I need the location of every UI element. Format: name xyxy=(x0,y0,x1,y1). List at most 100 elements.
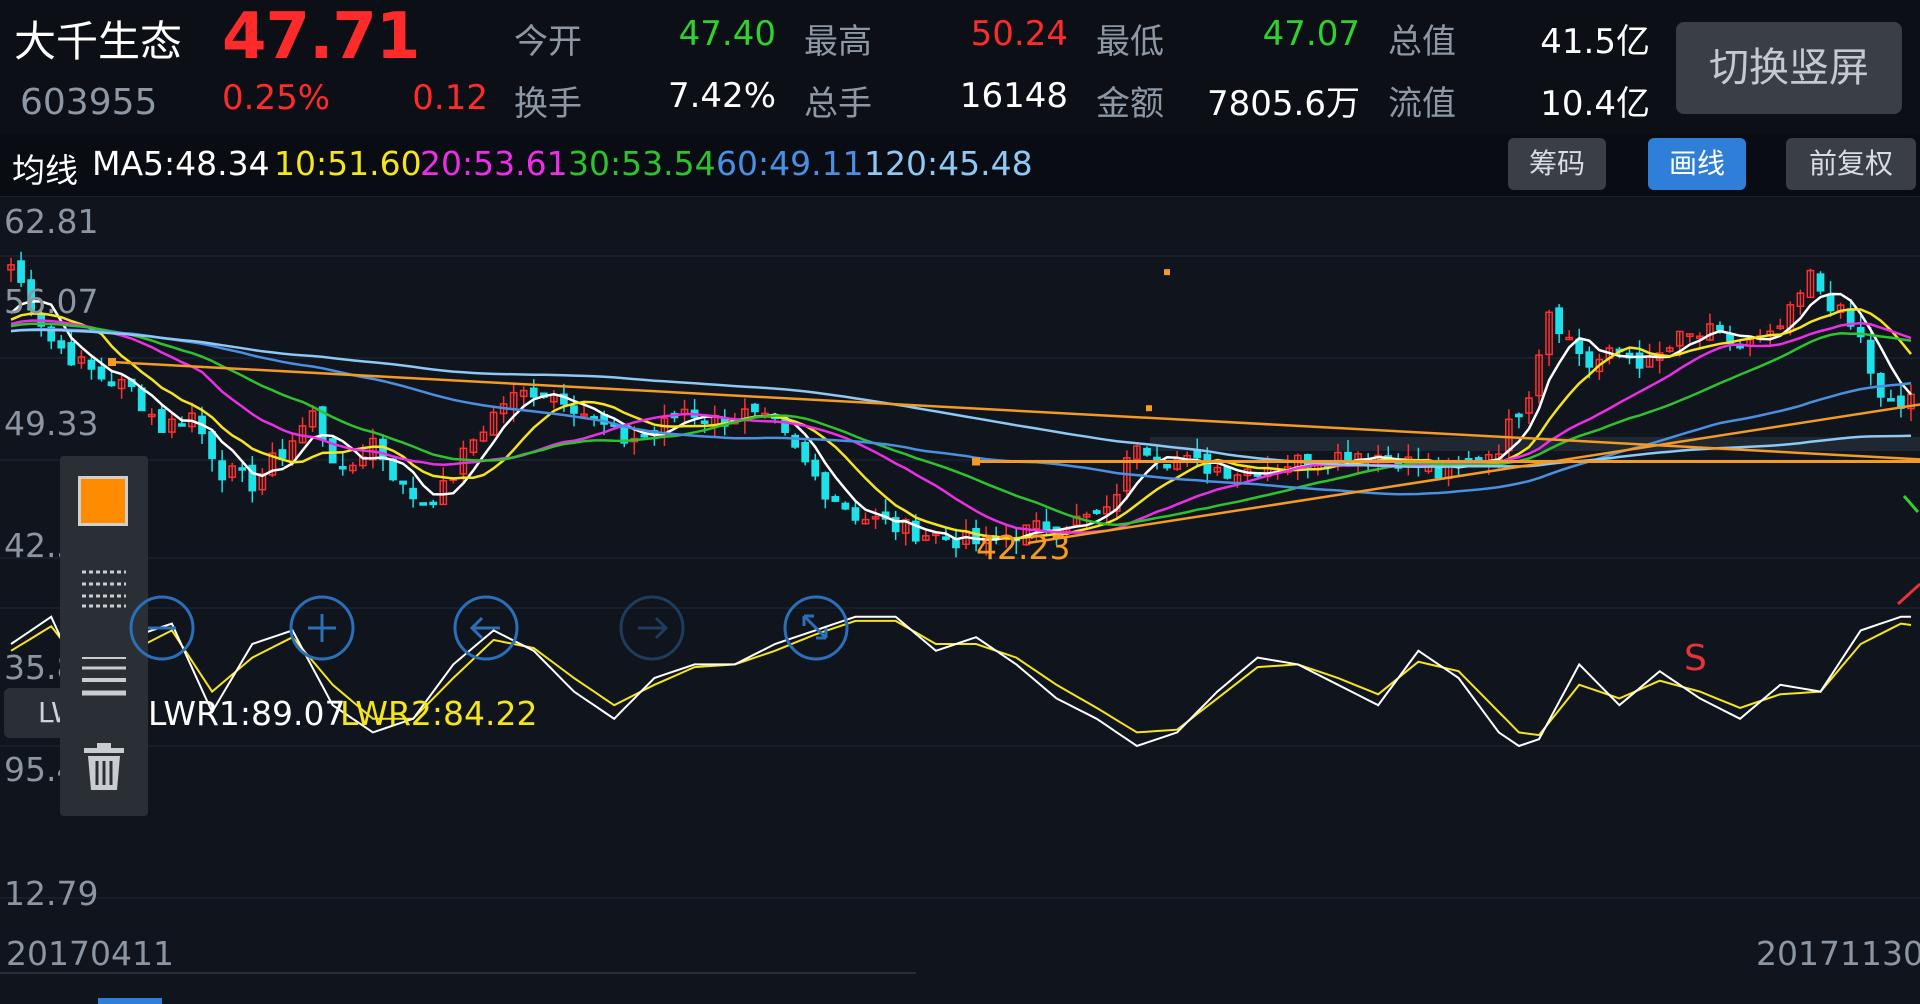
price-axis-label-3: 49.33 xyxy=(4,404,99,443)
candle-body xyxy=(851,507,860,521)
stat-label-high: 最高 xyxy=(804,22,872,62)
candle-body xyxy=(1635,352,1644,369)
stock-name: 大千生态 xyxy=(14,17,183,66)
stat-value-amount: 7805.6万 xyxy=(1207,84,1360,124)
line-anchor xyxy=(972,457,980,466)
candle-body xyxy=(208,431,216,460)
price-axis-label-1: 62.81 xyxy=(4,202,99,241)
candle-body xyxy=(1193,450,1202,459)
start-date-label: 20170411 xyxy=(6,934,174,973)
candle-body xyxy=(338,466,347,470)
drawn-level-label: 42.23 xyxy=(976,528,1071,567)
candle-body xyxy=(278,449,287,459)
candle-body xyxy=(831,496,840,502)
stat-label-amount: 金额 xyxy=(1096,84,1164,124)
candle-body xyxy=(640,433,649,438)
stat-value-float-cap: 10.4亿 xyxy=(1540,84,1650,124)
candle-body xyxy=(1555,307,1563,335)
candle-body xyxy=(1223,466,1232,479)
candle-body xyxy=(1585,351,1594,368)
chart-grid xyxy=(0,196,1920,899)
zoom-out-icon[interactable] xyxy=(128,594,196,662)
candle-body xyxy=(1434,466,1443,479)
trash-icon[interactable] xyxy=(82,742,126,792)
candle-body xyxy=(751,403,759,413)
current-price: 47.71 xyxy=(222,0,420,74)
switch-portrait-button[interactable]: 切换竖屏 xyxy=(1676,22,1902,114)
draw-line-button[interactable]: 画线 xyxy=(1648,138,1746,190)
color-picker-swatch[interactable] xyxy=(78,476,128,526)
candle-body xyxy=(529,387,538,398)
zoom-in-icon[interactable] xyxy=(288,594,356,662)
ma5-value: MA5:48.34 xyxy=(92,144,270,183)
stat-label-float-cap: 流值 xyxy=(1388,84,1456,124)
adjust-price-button[interactable]: 前复权 xyxy=(1786,138,1916,190)
support-trendline xyxy=(1027,403,1920,545)
candle-body xyxy=(107,381,116,387)
candle-body xyxy=(409,487,417,500)
candle-body xyxy=(389,458,397,481)
ma60-value: 60:49.11 xyxy=(716,144,864,183)
stat-value-turnover: 7.42% xyxy=(667,76,776,116)
arrow-left-icon[interactable] xyxy=(452,594,520,662)
stat-label-low: 最低 xyxy=(1096,22,1164,62)
arrow-right-icon[interactable] xyxy=(618,594,686,662)
candle-body xyxy=(429,501,438,506)
candle-body xyxy=(942,536,950,540)
candle-body xyxy=(1143,447,1151,456)
change-amount: 0.12 xyxy=(412,78,488,118)
candle-body xyxy=(841,502,850,510)
price-axis-label-2: 56.07 xyxy=(4,282,99,321)
chips-button[interactable]: 筹码 xyxy=(1508,138,1606,190)
candle-body xyxy=(821,472,830,500)
candle-body xyxy=(801,442,810,463)
stat-value-volume: 16148 xyxy=(959,76,1068,116)
ma30-value: 30:53.54 xyxy=(568,144,716,183)
candle-body xyxy=(700,420,709,424)
stat-label-turnover: 换手 xyxy=(514,84,582,124)
lwr2-value: LWR2:84.22 xyxy=(340,694,538,733)
candle-body xyxy=(1826,293,1835,312)
sell-signal-label: S xyxy=(1684,638,1707,679)
stock-code: 603955 xyxy=(20,82,158,123)
candle-body xyxy=(157,409,166,433)
candle-body xyxy=(399,480,407,485)
candle-body xyxy=(178,423,186,427)
scroll-thumb[interactable] xyxy=(98,998,162,1004)
candle-body xyxy=(1163,463,1171,469)
stat-label-market-cap: 总值 xyxy=(1388,22,1456,62)
candle-body xyxy=(952,538,960,549)
candle-body xyxy=(57,340,66,349)
candle-body xyxy=(570,405,578,414)
ma20-line xyxy=(10,319,1912,534)
buy-arrow xyxy=(1902,495,1920,513)
dashed-line-style-icon[interactable] xyxy=(80,566,128,610)
candle-body xyxy=(87,359,96,370)
candle-body xyxy=(1866,339,1875,374)
ma10-line xyxy=(10,308,1912,540)
stat-label-volume: 总手 xyxy=(804,84,872,124)
candle-body xyxy=(218,460,226,481)
candle-body xyxy=(1816,273,1825,292)
stat-value-open: 47.40 xyxy=(678,14,776,54)
candle-body xyxy=(238,467,247,471)
scroll-track xyxy=(0,972,916,974)
ma120-value: 120:45.48 xyxy=(864,144,1033,183)
candle-body xyxy=(17,260,25,283)
stat-value-low: 47.07 xyxy=(1262,14,1360,54)
change-percent: 0.25% xyxy=(222,78,331,118)
end-date-label: 20171130 xyxy=(1756,934,1920,973)
candle-body xyxy=(1887,398,1895,402)
candle-body xyxy=(1515,413,1523,418)
ma-lines xyxy=(10,292,1912,541)
candle-body xyxy=(97,366,106,380)
indicator-axis-label-bottom: 12.79 xyxy=(4,874,99,913)
line-width-icon[interactable] xyxy=(80,654,128,698)
candle-body xyxy=(811,459,820,477)
line-anchor xyxy=(1164,269,1170,276)
reset-zoom-icon[interactable] xyxy=(782,594,850,662)
candle-body xyxy=(67,342,76,366)
lwr1-value: LWR1:89.07 xyxy=(148,694,346,733)
ma20-value: 20:53.61 xyxy=(420,144,568,183)
stat-value-high: 50.24 xyxy=(970,14,1068,54)
